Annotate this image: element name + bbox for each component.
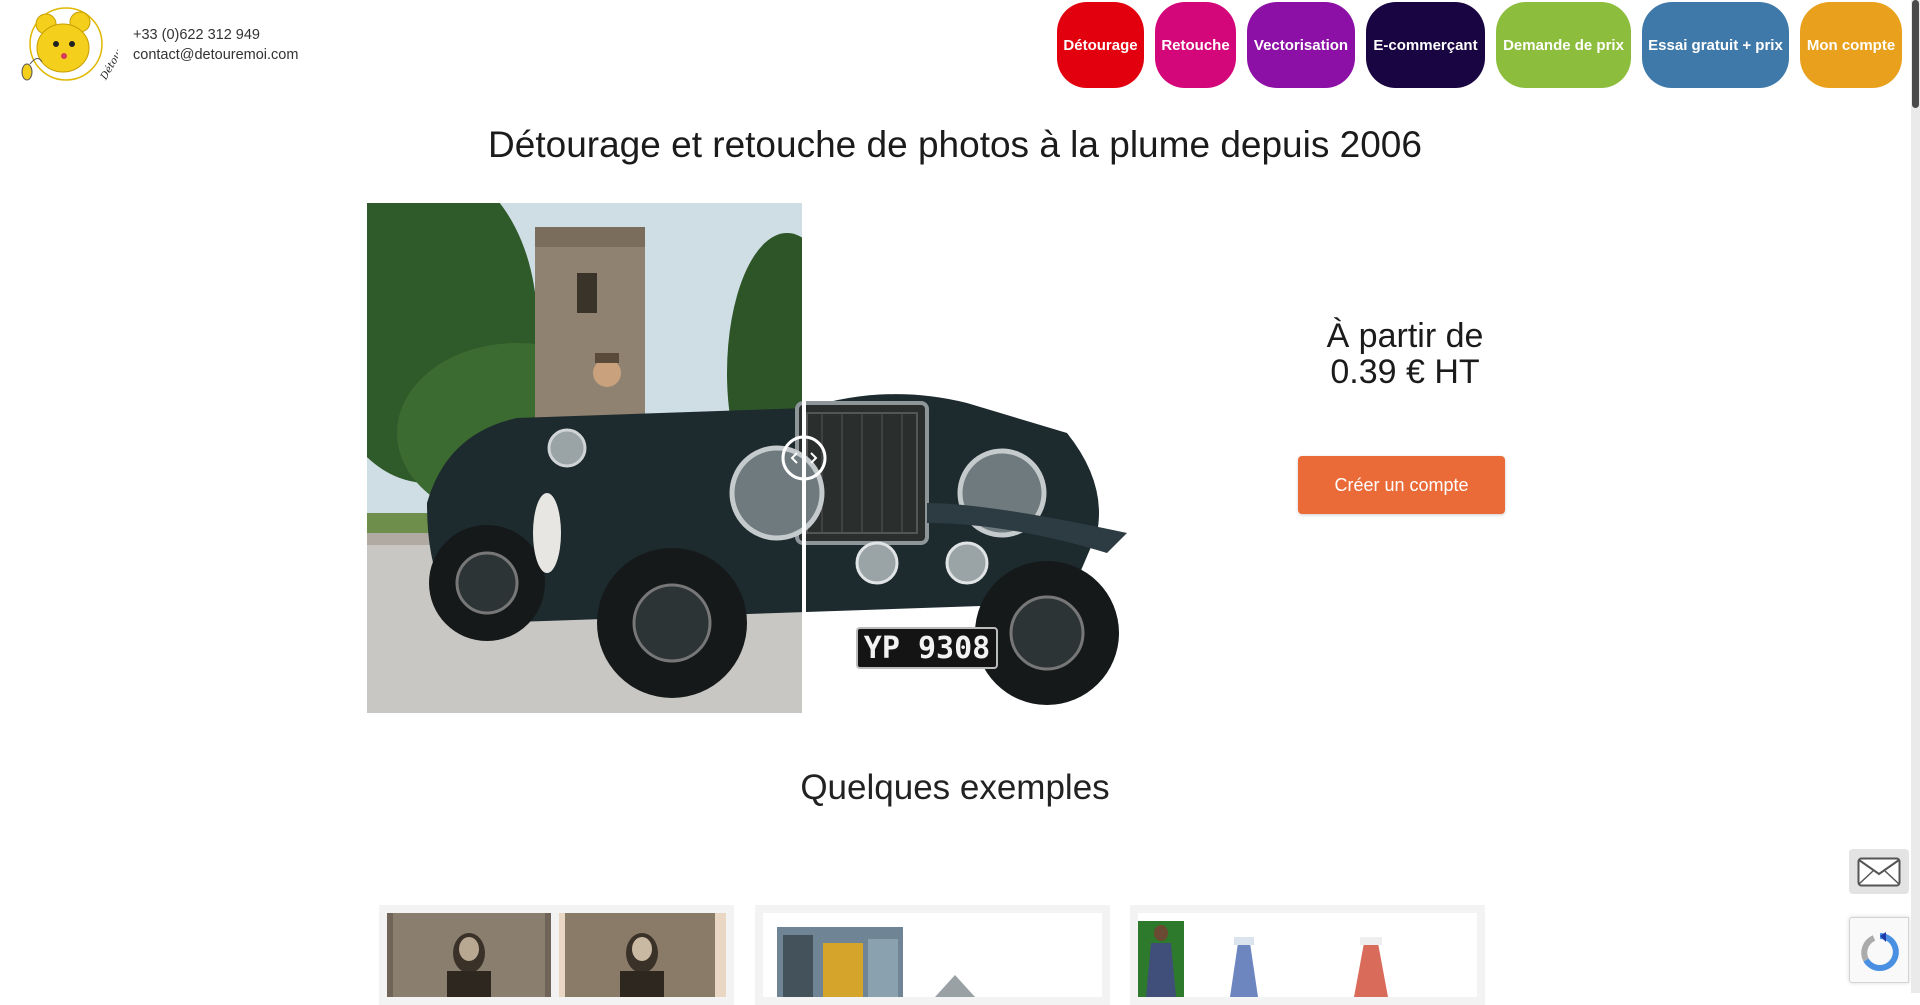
nav-demande-de-prix-button[interactable]: Demande de prix [1496, 2, 1631, 88]
scrollbar-thumb[interactable] [1912, 0, 1919, 108]
contact-mail-button[interactable] [1849, 849, 1909, 894]
nav-retouche-button[interactable]: Retouche [1155, 2, 1236, 88]
create-account-button[interactable]: Créer un compte [1298, 456, 1505, 514]
dress-photos-icon [1138, 921, 1388, 997]
examples-title: Quelques exemples [800, 768, 1110, 807]
price-prefix: À partir de [1326, 317, 1484, 355]
example-card-machine[interactable] [755, 905, 1110, 1005]
nav-essai-gratuit-button[interactable]: Essai gratuit + prix [1642, 2, 1789, 88]
nav-mon-compte-button[interactable]: Mon compte [1800, 2, 1902, 88]
price-value: 0.39 € HT [1330, 353, 1480, 391]
price-block: À partir de 0.39 € HT [1250, 318, 1560, 390]
nav-detourage-button[interactable]: Détourage [1057, 2, 1144, 88]
recaptcha-badge[interactable] [1849, 917, 1909, 983]
email-link[interactable]: contact@detouremoi.com [133, 45, 298, 65]
envelope-icon [1857, 857, 1901, 886]
nav-ecommercant-button[interactable]: E-commerçant [1366, 2, 1485, 88]
vintage-portrait-icon [387, 913, 726, 997]
example-image-dresses [1138, 913, 1477, 997]
site-header: Détoure-moi +33 (0)622 312 949 contact@d… [0, 0, 1910, 95]
example-card-portrait[interactable] [379, 905, 734, 1005]
mouse-logo-icon: Détoure-moi [21, 7, 140, 83]
example-card-dresses[interactable] [1130, 905, 1485, 1005]
nav-vectorisation-button[interactable]: Vectorisation [1247, 2, 1355, 88]
contact-block: +33 (0)622 312 949 contact@detouremoi.co… [133, 25, 298, 65]
before-after-slider[interactable]: YP 9308 [367, 203, 1130, 713]
page-scrollbar[interactable] [1911, 0, 1920, 993]
example-image-portrait [387, 913, 726, 997]
example-image-machine [763, 913, 1102, 997]
main-nav: Détourage Retouche Vectorisation E-comme… [1057, 2, 1902, 88]
phone-number[interactable]: +33 (0)622 312 949 [133, 25, 298, 45]
svg-text:YP 9308: YP 9308 [864, 631, 990, 666]
car-comparison-image: YP 9308 [367, 203, 1127, 713]
industrial-machine-icon [777, 927, 975, 997]
site-logo[interactable]: Détoure-moi [18, 2, 140, 88]
recaptcha-icon [1861, 932, 1899, 971]
page-title: Détourage et retouche de photos à la plu… [488, 124, 1422, 165]
